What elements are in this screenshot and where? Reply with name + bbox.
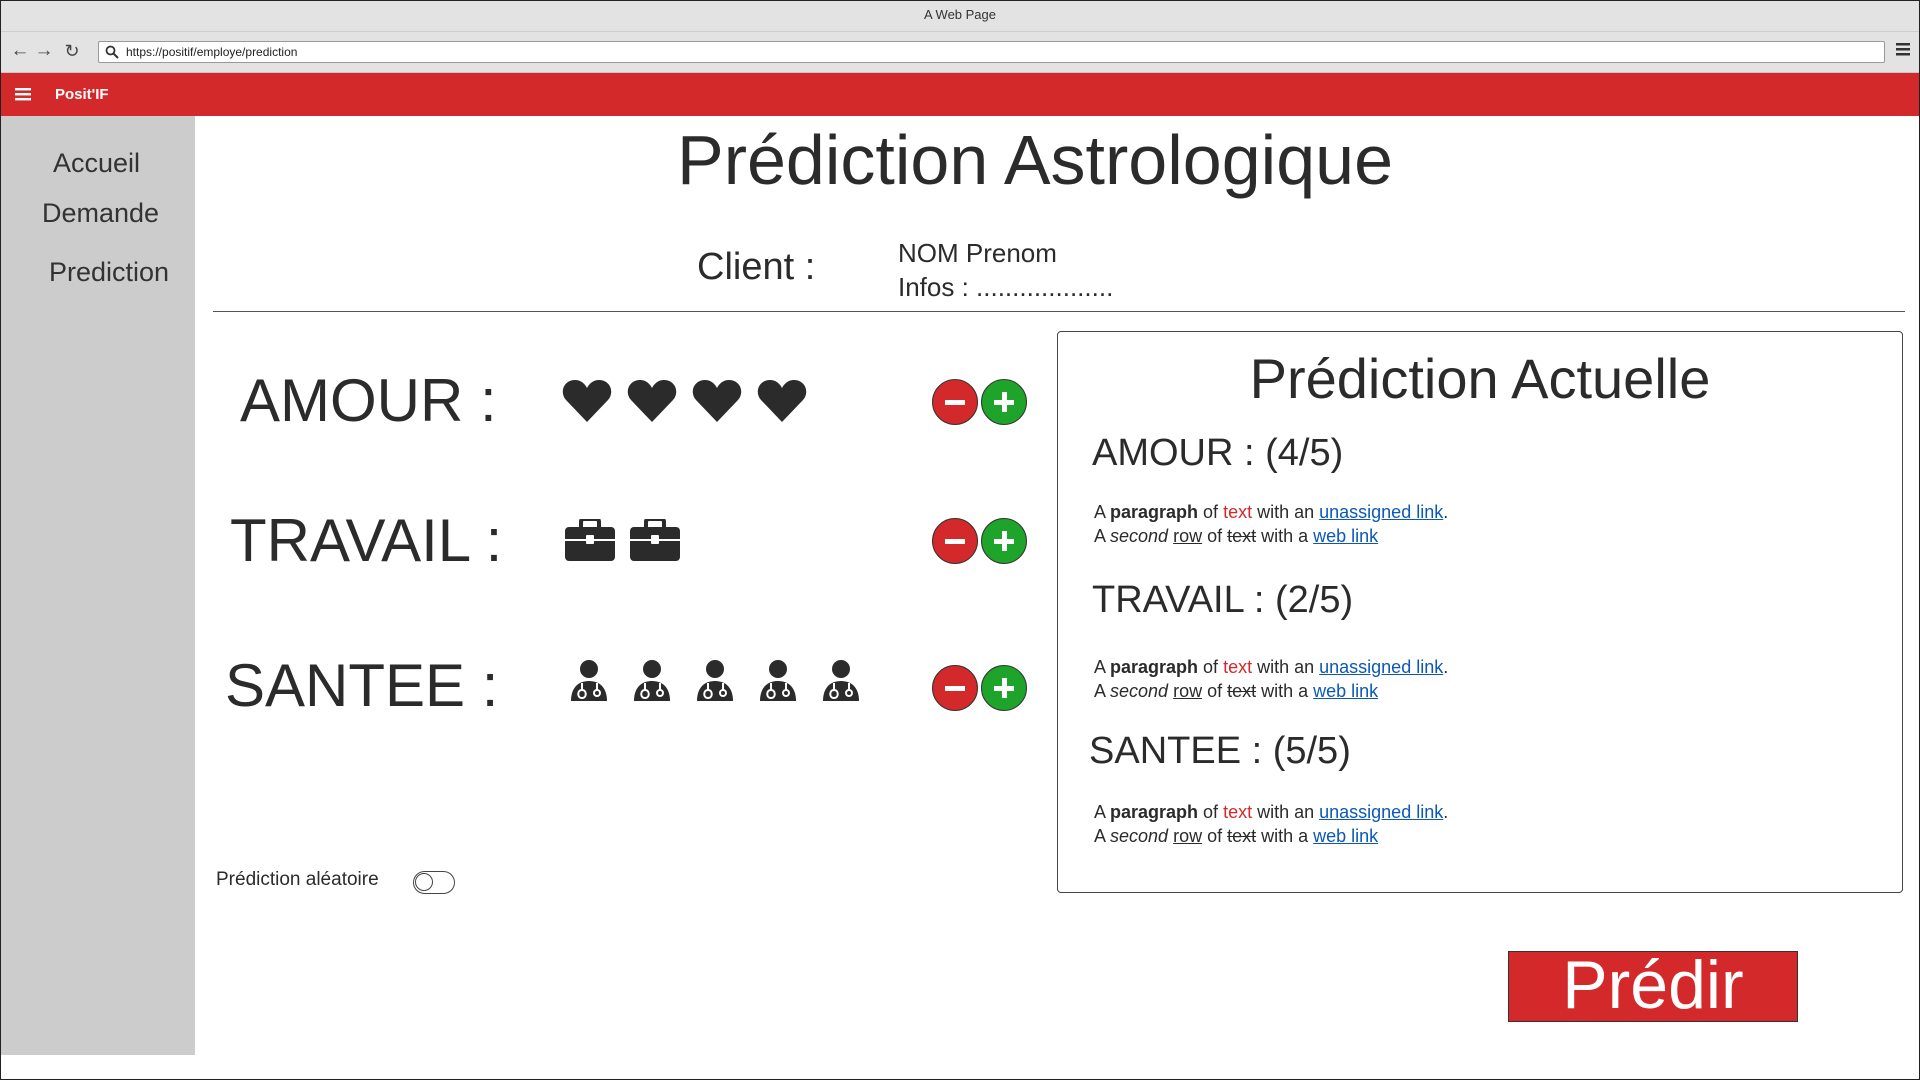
doctor-icon	[697, 660, 733, 701]
doctor-icon	[571, 660, 607, 701]
amour-label: AMOUR :	[240, 367, 497, 434]
url-text: https://positif/employe/prediction	[126, 45, 298, 59]
random-prediction-label: Prédiction aléatoire	[216, 869, 379, 890]
random-prediction-toggle[interactable]	[413, 871, 455, 894]
divider	[213, 311, 1905, 312]
paragraph-line-1: A paragraph of text with an unassigned l…	[1094, 502, 1449, 522]
panel-title: Prédiction Actuelle	[1249, 347, 1711, 410]
browser-menu-icon[interactable]	[1895, 41, 1911, 57]
brand-name[interactable]: Posit'IF	[55, 73, 109, 116]
santee-prediction-text: A paragraph of text with an unassigned l…	[1094, 800, 1448, 848]
forward-arrow-icon[interactable]: →	[33, 40, 55, 62]
travail-label: TRAVAIL :	[230, 507, 503, 574]
heart-icon	[627, 380, 677, 422]
web-link[interactable]: web link	[1313, 826, 1378, 846]
unassigned-link[interactable]: unassigned link	[1319, 502, 1443, 522]
sidebar-item-demande[interactable]: Demande	[42, 198, 159, 229]
paragraph-line-1: A paragraph of text with an unassigned l…	[1094, 657, 1449, 677]
web-link[interactable]: web link	[1313, 526, 1378, 546]
back-arrow-icon[interactable]: ←	[9, 40, 31, 62]
web-link[interactable]: web link	[1313, 681, 1378, 701]
sidebar-item-prediction[interactable]: Prediction	[49, 257, 169, 288]
paragraph-line-2: A second row of text with a web link	[1094, 526, 1379, 546]
app-header: Posit'IF	[1, 73, 1919, 116]
amour-increase-button[interactable]	[981, 379, 1027, 425]
travail-prediction-heading: TRAVAIL : (2/5)	[1092, 579, 1354, 621]
reload-icon[interactable]: ↻	[61, 40, 83, 62]
amour-rating	[562, 378, 807, 424]
amour-prediction-text: A paragraph of text with an unassigned l…	[1094, 500, 1448, 548]
paragraph-line-2: A second row of text with a web link	[1094, 826, 1379, 846]
travail-rating	[565, 519, 680, 561]
client-infos: Infos : ...................	[898, 272, 1114, 302]
briefcase-icon	[630, 519, 680, 561]
amour-prediction-heading: AMOUR : (4/5)	[1092, 432, 1344, 474]
santee-decrease-button[interactable]	[932, 665, 978, 711]
current-prediction-panel: Prédiction Actuelle AMOUR : (4/5) A para…	[1057, 331, 1903, 893]
paragraph-line-1: A paragraph of text with an unassigned l…	[1094, 802, 1449, 822]
sidebar-item-accueil[interactable]: Accueil	[53, 148, 140, 179]
url-input[interactable]: https://positif/employe/prediction	[98, 41, 1885, 63]
heart-icon	[757, 380, 807, 422]
doctor-icon	[760, 660, 796, 701]
unassigned-link[interactable]: unassigned link	[1319, 657, 1443, 677]
travail-decrease-button[interactable]	[932, 518, 978, 564]
heart-icon	[692, 380, 742, 422]
search-icon	[105, 45, 119, 59]
santee-label: SANTEE :	[225, 652, 499, 719]
address-bar: ← → ↻ https://positif/employe/prediction	[1, 32, 1919, 73]
client-name: NOM Prenom	[898, 238, 1057, 268]
doctor-icon	[634, 660, 670, 701]
briefcase-icon	[565, 519, 615, 561]
travail-increase-button[interactable]	[981, 518, 1027, 564]
predict-button[interactable]: Prédir	[1508, 951, 1798, 1022]
amour-decrease-button[interactable]	[932, 379, 978, 425]
doctor-icon	[823, 660, 859, 701]
window-title: A Web Page	[1, 1, 1919, 32]
page-title: Prédiction Astrologique	[677, 121, 1393, 199]
hamburger-menu-icon[interactable]	[15, 87, 31, 101]
heart-icon	[562, 380, 612, 422]
travail-prediction-text: A paragraph of text with an unassigned l…	[1094, 655, 1448, 703]
santee-rating	[570, 660, 860, 702]
toggle-knob	[415, 873, 433, 891]
paragraph-line-2: A second row of text with a web link	[1094, 681, 1379, 701]
sidebar: Accueil Demande Prediction	[1, 116, 195, 1055]
santee-increase-button[interactable]	[981, 665, 1027, 711]
unassigned-link[interactable]: unassigned link	[1319, 802, 1443, 822]
santee-prediction-heading: SANTEE : (5/5)	[1089, 730, 1351, 772]
client-label: Client :	[697, 246, 816, 288]
